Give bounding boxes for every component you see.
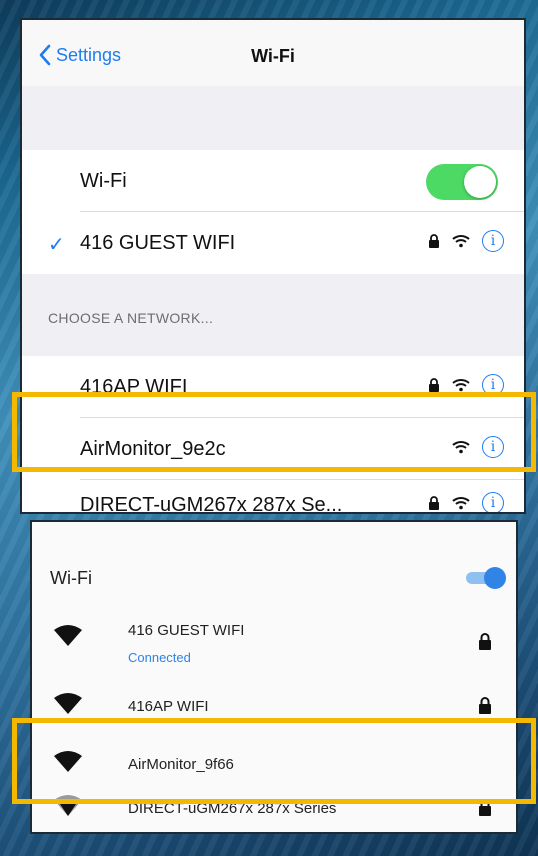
network-name: 416AP WIFI	[80, 376, 188, 398]
wifi-signal-icon	[54, 625, 82, 646]
connection-status: Connected	[128, 650, 191, 665]
network-name: DIRECT-uGM267x 287x Se...	[80, 494, 343, 514]
wifi-signal-icon	[452, 235, 470, 248]
lock-icon	[479, 633, 491, 650]
toggle-knob	[464, 166, 496, 198]
network-row[interactable]: DIRECT-uGM267x 287x Se... i	[22, 480, 524, 514]
wifi-signal-icon	[54, 795, 82, 816]
info-icon[interactable]: i	[482, 230, 504, 252]
checkmark-icon: ✓	[48, 234, 65, 256]
network-row[interactable]: 416 GUEST WIFI Connected	[32, 610, 516, 674]
wifi-signal-icon	[452, 497, 470, 510]
wifi-toggle-row: Wi-Fi	[22, 150, 524, 212]
lock-icon	[429, 234, 439, 248]
network-row[interactable]: AirMonitor_9e2c i	[22, 418, 524, 480]
lock-icon	[429, 496, 439, 510]
network-name: 416 GUEST WIFI	[128, 622, 245, 639]
network-name: AirMonitor_9e2c	[80, 438, 226, 460]
section-spacer	[22, 86, 524, 150]
network-name: 416 GUEST WIFI	[80, 232, 236, 254]
wifi-title: Wi-Fi	[50, 568, 92, 588]
network-row[interactable]: 416AP WIFI i	[22, 356, 524, 418]
connected-network-row[interactable]: ✓ 416 GUEST WIFI i	[22, 212, 524, 274]
android-wifi-screen: Wi-Fi 416 GUEST WIFI Connected 416AP WIF…	[30, 520, 518, 834]
wifi-label: Wi-Fi	[80, 170, 127, 192]
network-name: DIRECT-uGM267x 287x Series	[128, 800, 337, 817]
info-icon[interactable]: i	[482, 374, 504, 396]
info-icon[interactable]: i	[482, 436, 504, 458]
wifi-switch[interactable]	[464, 566, 506, 589]
network-icons: i	[428, 374, 504, 396]
network-name: 416AP WIFI	[128, 698, 209, 715]
page-title: Wi-Fi	[251, 46, 295, 66]
network-icons: i	[428, 230, 504, 252]
network-icons: i	[452, 436, 504, 458]
section-header: CHOOSE A NETWORK...	[48, 310, 214, 326]
network-row[interactable]: 416AP WIFI	[32, 678, 516, 738]
ios-wifi-screen: Settings Wi-Fi Wi-Fi ✓ 416 GUEST WIFI i …	[20, 18, 526, 514]
lock-icon	[479, 799, 491, 816]
wifi-signal-icon	[452, 379, 470, 392]
wifi-toggle[interactable]	[426, 164, 498, 200]
wifi-signal-icon	[54, 751, 82, 772]
network-row[interactable]: DIRECT-uGM267x 287x Series	[32, 780, 516, 832]
switch-thumb	[484, 567, 506, 589]
wifi-signal-icon	[452, 441, 470, 454]
navigation-bar: Settings Wi-Fi	[22, 20, 524, 87]
lock-icon	[479, 697, 491, 714]
network-icons: i	[428, 492, 504, 512]
network-name: AirMonitor_9f66	[128, 756, 234, 773]
lock-icon	[429, 378, 439, 392]
wifi-signal-icon	[54, 693, 82, 714]
info-icon[interactable]: i	[482, 492, 504, 512]
